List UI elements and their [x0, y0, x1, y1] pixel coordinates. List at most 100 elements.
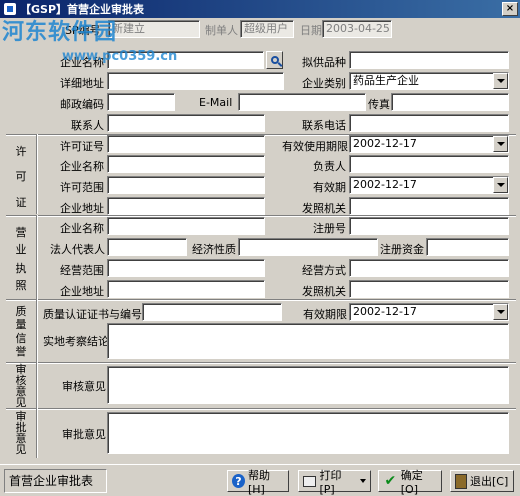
email-label: E-Mail — [199, 96, 233, 109]
business-capital-label: 注册资金 — [380, 243, 424, 256]
chevron-down-icon[interactable] — [493, 136, 508, 152]
business-reg-label: 注册号 — [313, 222, 346, 235]
chevron-down-icon[interactable] — [493, 177, 508, 193]
license-valid-until-value: 2002-12-17 — [353, 137, 417, 150]
address-input[interactable] — [107, 72, 284, 90]
exit-button[interactable]: 退出[C] — [450, 470, 514, 492]
close-button[interactable]: × — [502, 2, 518, 16]
chevron-down-icon[interactable] — [493, 73, 508, 89]
phone-input[interactable] — [349, 114, 509, 132]
quality-cert-input[interactable] — [142, 303, 282, 321]
ok-button[interactable]: ✔ 确定[O] — [378, 469, 442, 496]
license-issuer-label: 发照机关 — [302, 202, 346, 215]
business-reg-input[interactable] — [349, 217, 509, 235]
phone-label: 联系电话 — [302, 119, 346, 132]
title-bar: 【GSP】首营企业审批表 × — [0, 0, 520, 18]
help-button[interactable]: ? 帮助[H] — [227, 469, 289, 496]
business-section-char-1: 营 — [15, 226, 27, 239]
quality-section-char-2: 量 — [15, 318, 27, 331]
license-address-label: 企业地址 — [60, 202, 104, 215]
business-address-label: 企业地址 — [60, 285, 104, 298]
business-capital-input[interactable] — [426, 238, 509, 256]
business-address-input[interactable] — [107, 280, 265, 298]
date-label: 日期 — [300, 24, 322, 37]
status-text: 首营企业审批表 — [4, 469, 107, 493]
fax-label: 传真 — [368, 98, 390, 111]
license-person-label: 负责人 — [313, 160, 346, 173]
business-mode-label: 经营方式 — [302, 264, 346, 277]
exit-button-label: 退出[C] — [470, 475, 509, 488]
license-number-input[interactable] — [107, 135, 265, 153]
contact-input[interactable] — [107, 114, 265, 132]
printer-icon — [303, 475, 317, 487]
review-textarea[interactable] — [107, 366, 509, 404]
divider — [6, 408, 516, 410]
business-nature-input[interactable] — [238, 238, 378, 256]
license-person-input[interactable] — [349, 155, 509, 173]
business-section-char-2: 业 — [15, 243, 27, 256]
quality-valid-value: 2002-12-17 — [353, 305, 417, 318]
fax-input[interactable] — [391, 93, 509, 111]
supply-label: 拟供品种 — [302, 56, 346, 69]
license-valid-value: 2002-12-17 — [353, 178, 417, 191]
print-button-label: 打印[P] — [319, 468, 342, 496]
approve-label: 审批意见 — [62, 428, 106, 441]
business-name-label: 企业名称 — [60, 222, 104, 235]
license-valid-until-select[interactable]: 2002-12-17 — [349, 135, 509, 153]
close-icon: × — [505, 3, 515, 14]
license-address-input[interactable] — [107, 197, 265, 215]
business-issuer-input[interactable] — [349, 280, 509, 298]
chevron-down-icon[interactable] — [360, 479, 366, 483]
zip-label: 邮政编码 — [60, 98, 104, 111]
company-lookup-button[interactable] — [266, 51, 283, 69]
chevron-down-icon[interactable] — [493, 304, 508, 320]
license-scope-input[interactable] — [107, 176, 265, 194]
business-section-char-4: 照 — [15, 279, 27, 292]
category-value: 药品生产企业 — [353, 74, 419, 87]
quality-valid-select[interactable]: 2002-12-17 — [349, 303, 509, 321]
business-nature-label: 经济性质 — [192, 243, 236, 256]
license-number-label: 许可证号 — [60, 140, 104, 153]
divider — [6, 299, 516, 301]
business-section-char-3: 执 — [15, 262, 27, 275]
inspect-textarea[interactable] — [107, 323, 509, 359]
quality-cert-label: 质量认证证书与编号 — [43, 308, 142, 321]
quality-section-char-1: 质 — [15, 305, 27, 318]
license-name-input[interactable] — [107, 155, 265, 173]
license-section-char-2: 可 — [15, 170, 27, 183]
print-button[interactable]: 打印[P] — [298, 469, 371, 496]
section-divider — [36, 215, 38, 299]
search-icon — [270, 56, 279, 64]
category-select[interactable]: 药品生产企业 — [349, 72, 509, 90]
section-divider — [36, 299, 38, 362]
date-field: 2003-04-25 — [322, 20, 392, 38]
approve-section-char-4: 见 — [15, 443, 27, 456]
email-input[interactable] — [238, 93, 366, 111]
maker-field: 超级用户 — [240, 20, 294, 38]
license-valid-label: 有效期 — [313, 181, 346, 194]
section-divider — [36, 362, 38, 408]
company-name-label: 企业名称 — [60, 56, 104, 69]
doc-no-field: 新建立 — [108, 20, 200, 38]
supply-input[interactable] — [349, 51, 509, 69]
license-valid-select[interactable]: 2002-12-17 — [349, 176, 509, 194]
license-issuer-input[interactable] — [349, 197, 509, 215]
zip-input[interactable] — [107, 93, 175, 111]
license-section-char-1: 许 — [15, 145, 27, 158]
quality-section-char-3: 信 — [15, 332, 27, 345]
company-name-input[interactable] — [107, 51, 264, 69]
business-name-input[interactable] — [107, 217, 265, 235]
category-label: 企业类别 — [302, 77, 346, 90]
business-mode-input[interactable] — [349, 259, 509, 277]
contact-label: 联系人 — [71, 119, 104, 132]
business-legal-input[interactable] — [107, 238, 187, 256]
maker-label: 制单人 — [205, 24, 238, 37]
quality-valid-label: 有效期限 — [303, 308, 347, 321]
license-section-char-3: 证 — [15, 196, 27, 209]
app-icon — [4, 3, 16, 15]
help-icon: ? — [232, 474, 245, 488]
approve-textarea[interactable] — [107, 412, 509, 454]
ok-button-label: 确定[O] — [400, 468, 423, 496]
business-scope-input[interactable] — [107, 259, 265, 277]
divider — [6, 362, 516, 364]
